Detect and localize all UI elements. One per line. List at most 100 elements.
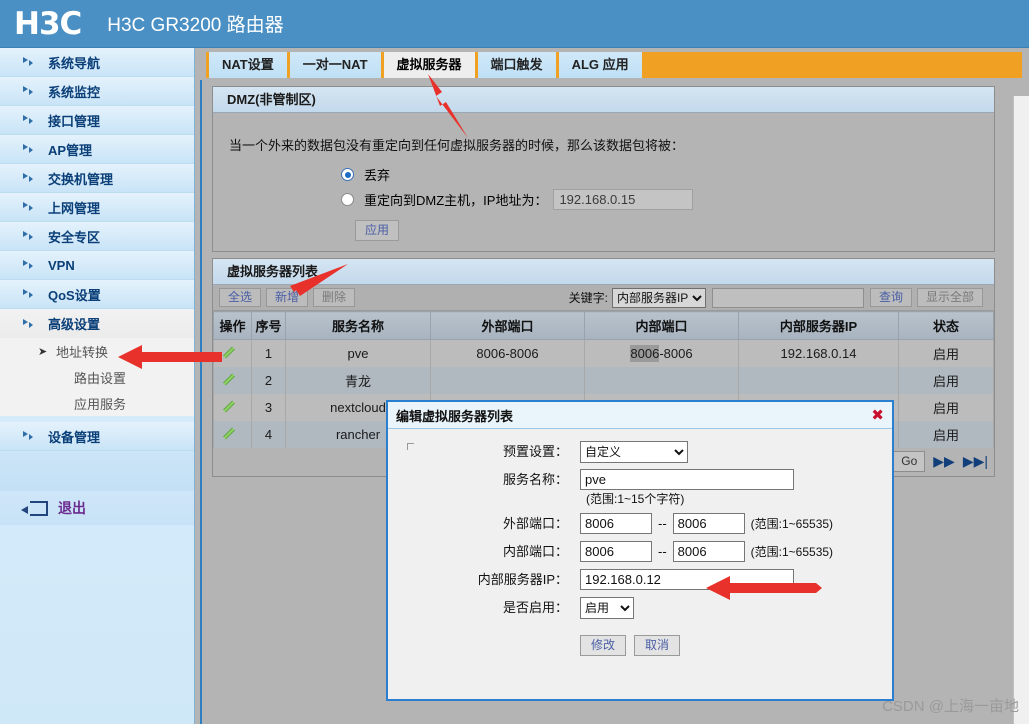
sidebar-item-switch-mgmt[interactable]: 交换机管理 [0,164,194,193]
external-port-label: 外部端口： [502,516,568,531]
tab-nat-settings[interactable]: NAT设置 [206,52,287,78]
dmz-apply-row: 应用 [355,220,978,241]
external-port-control: -- (范围:1~65535) [580,513,833,534]
external-port-start-input[interactable] [580,513,652,534]
sidebar-item-ap-mgmt[interactable]: AP管理 [0,135,194,164]
external-port-end-input[interactable] [672,513,745,534]
sidebar-item-security[interactable]: 安全专区 [0,222,194,251]
internal-port-start-input[interactable] [580,541,652,562]
row-status: 启用 [898,420,994,448]
row-action-cell[interactable] [213,420,252,448]
row-action-cell[interactable] [213,366,252,394]
tab-virtual-server[interactable]: 虚拟服务器 [380,52,475,78]
edit-pencil-icon[interactable] [226,345,240,359]
dialog-header: 编辑虚拟服务器列表 ✖ [388,402,892,429]
logout-label: 退出 [58,500,86,516]
edit-pencil-icon[interactable] [226,372,240,386]
close-icon[interactable]: ✖ [871,408,884,423]
dmz-redirect-label: 重定向到DMZ主机，IP地址为： [364,193,548,208]
show-all-button[interactable]: 显示全部 [916,288,983,307]
preset-select[interactable]: 自定义 [580,441,688,463]
vs-panel-title: 虚拟服务器列表 [213,259,994,285]
edit-pencil-icon[interactable] [226,399,240,413]
app-header: H3C H3C GR3200 路由器 [0,0,1029,48]
sidebar-item-label: 设备管理 [48,429,101,445]
row-status: 启用 [898,393,994,421]
sidebar-item-device-mgmt[interactable]: 设备管理 [0,422,194,451]
delete-button[interactable]: 删除 [313,288,356,307]
sidebar-item-label: 高级设置 [48,317,101,332]
sidebar-subitem-nat[interactable]: ➤ 地址转换 [0,338,194,364]
confirm-button[interactable]: 修改 [580,635,627,656]
service-name-hint: (范围:1~15个字符) [586,492,685,506]
row-internal-port: 8006-8006 [584,339,739,367]
sidebar-item-system-monitor[interactable]: 系统监控 [0,77,194,106]
row-index: 4 [251,420,286,448]
internal-ip-control [580,569,794,590]
add-button[interactable]: 新增 [266,288,309,307]
tab-one-to-one-nat[interactable]: 一对一NAT [286,52,381,78]
preset-label: 预置设置： [502,444,568,459]
go-button[interactable]: Go [893,451,926,472]
internal-port-dash: -- [658,544,667,559]
dmz-discard-label: 丢弃 [364,168,391,183]
keyword-select[interactable]: 内部服务器IP [611,287,706,308]
sidebar-item-interface-mgmt[interactable]: 接口管理 [0,106,194,135]
sidebar-item-advanced[interactable]: 高级设置 [0,309,194,338]
sidebar-item-label: 系统监控 [48,84,101,100]
dmz-ip-input[interactable] [553,189,694,210]
service-name-input[interactable] [580,469,794,490]
expand-arrow-icon [22,288,34,300]
sidebar-item-label: 交换机管理 [48,171,114,187]
dmz-option-discard-row[interactable]: 丢弃 [341,165,978,184]
sidebar-subitem-label: 应用服务 [74,396,127,412]
row-internal-port [584,366,739,394]
keyword-input[interactable] [711,287,864,308]
preset-row: 预置设置： 自定义 [388,441,892,463]
internal-port-end-input[interactable] [672,541,745,562]
enable-select[interactable]: 启用 [580,597,634,619]
row-action-cell[interactable] [213,339,252,367]
dmz-option-redirect-row[interactable]: 重定向到DMZ主机，IP地址为： [341,189,978,210]
expand-arrow-icon [22,430,34,442]
sidebar-subitem-app-service[interactable]: 应用服务 [0,390,194,416]
row-status: 启用 [898,339,994,367]
page-title: H3C GR3200 路由器 [107,15,284,36]
selected-port-text: 8006 [630,344,660,362]
query-button[interactable]: 查询 [869,288,912,307]
cancel-button[interactable]: 取消 [634,635,681,656]
external-port-hint: (范围:1~65535) [750,517,834,531]
dmz-radio-discard[interactable] [341,168,354,181]
sidebar-item-vpn[interactable]: VPN [0,251,194,280]
last-page-icon[interactable]: ▶▶| [963,453,988,470]
sidebar-item-qos[interactable]: QoS设置 [0,280,194,309]
selected-arrow-icon: ➤ [38,345,48,358]
internal-ip-input[interactable] [580,569,794,590]
expand-arrow-icon [22,85,34,97]
service-name-control: (范围:1~15个字符) [580,469,870,507]
sidebar-item-label: 接口管理 [48,113,101,129]
next-page-icon[interactable]: ▶▶ [933,453,955,470]
sidebar-item-system-nav[interactable]: 系统导航 [0,48,194,77]
edit-pencil-icon[interactable] [226,426,240,440]
expand-arrow-icon [22,201,34,213]
logout-button[interactable]: 退出 [0,491,194,525]
dmz-apply-button[interactable]: 应用 [355,220,400,241]
tab-alg[interactable]: ALG 应用 [555,52,642,78]
collapse-arrow-icon [22,318,34,330]
select-all-button[interactable]: 全选 [219,288,262,307]
dmz-radio-redirect[interactable] [341,193,354,206]
sidebar-item-label: QoS设置 [48,287,101,303]
row-index: 1 [251,339,286,367]
sidebar-subitem-routing[interactable]: 路由设置 [0,364,194,390]
sidebar-item-internet-mgmt[interactable]: 上网管理 [0,193,194,222]
col-index: 序号 [251,311,286,340]
table-row[interactable]: 1 pve 8006-8006 8006-8006 192.168.0.14 启… [213,339,994,367]
internal-ip-row: 内部服务器IP： [388,569,892,591]
dmz-description: 当一个外来的数据包没有重定向到任何虚拟服务器的时候，那么该数据包将被： [229,138,685,153]
fieldset-corner-decoration [407,443,414,450]
table-row[interactable]: 2 青龙 启用 [213,366,994,394]
page-scrollbar[interactable] [1013,96,1029,724]
tab-port-trigger[interactable]: 端口触发 [474,52,556,78]
row-action-cell[interactable] [213,393,252,421]
